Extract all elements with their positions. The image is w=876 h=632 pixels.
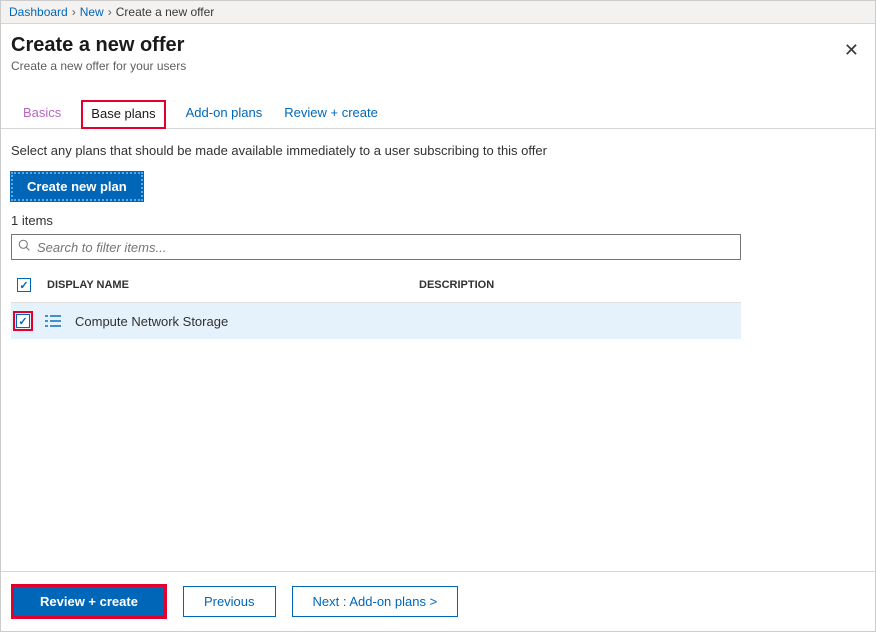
page-header: Create a new offer Create a new offer fo… <box>1 24 875 81</box>
footer-bar: Review + create Previous Next : Add-on p… <box>1 571 875 631</box>
breadcrumb-dashboard[interactable]: Dashboard <box>9 5 68 19</box>
tab-basics[interactable]: Basics <box>21 99 63 128</box>
next-button[interactable]: Next : Add-on plans > <box>292 586 459 617</box>
breadcrumb-bar: Dashboard › New › Create a new offer <box>1 1 875 24</box>
table-row[interactable]: ✓ Compute Network Storage <box>11 303 741 339</box>
search-box[interactable] <box>11 234 741 260</box>
help-text: Select any plans that should be made ava… <box>11 143 865 158</box>
tab-base-plans[interactable]: Base plans <box>81 100 165 129</box>
close-button[interactable]: ✕ <box>840 36 863 65</box>
breadcrumb-current: Create a new offer <box>116 5 215 19</box>
chevron-right-icon: › <box>108 5 112 19</box>
table-header: ✓ DISPLAY NAME DESCRIPTION <box>11 274 741 303</box>
page-subtitle: Create a new offer for your users <box>11 59 865 73</box>
previous-button[interactable]: Previous <box>183 586 276 617</box>
chevron-right-icon: › <box>72 5 76 19</box>
breadcrumb: Dashboard › New › Create a new offer <box>9 5 214 19</box>
item-count-label: 1 items <box>11 213 865 228</box>
row-checkbox-highlight: ✓ <box>13 311 33 331</box>
select-all-checkbox[interactable]: ✓ <box>17 278 31 292</box>
tab-review-create[interactable]: Review + create <box>282 99 380 128</box>
close-icon: ✕ <box>844 40 859 60</box>
header-checkbox-cell: ✓ <box>13 278 35 292</box>
breadcrumb-new[interactable]: New <box>80 5 104 19</box>
content-area: Select any plans that should be made ava… <box>1 129 875 571</box>
page-title: Create a new offer <box>11 34 865 57</box>
row-display-name: Compute Network Storage <box>75 314 415 329</box>
search-input[interactable] <box>37 240 734 255</box>
search-icon <box>18 239 31 255</box>
create-new-plan-button[interactable]: Create new plan <box>11 172 143 201</box>
review-create-button[interactable]: Review + create <box>11 584 167 619</box>
tab-addon-plans[interactable]: Add-on plans <box>184 99 265 128</box>
tab-bar: Basics Base plans Add-on plans Review + … <box>1 81 875 129</box>
plans-table: ✓ DISPLAY NAME DESCRIPTION ✓ Compute Net… <box>11 274 741 339</box>
column-display-name[interactable]: DISPLAY NAME <box>47 279 407 291</box>
column-description[interactable]: DESCRIPTION <box>419 279 739 291</box>
plan-icon <box>45 314 63 328</box>
row-checkbox[interactable]: ✓ <box>16 314 30 328</box>
